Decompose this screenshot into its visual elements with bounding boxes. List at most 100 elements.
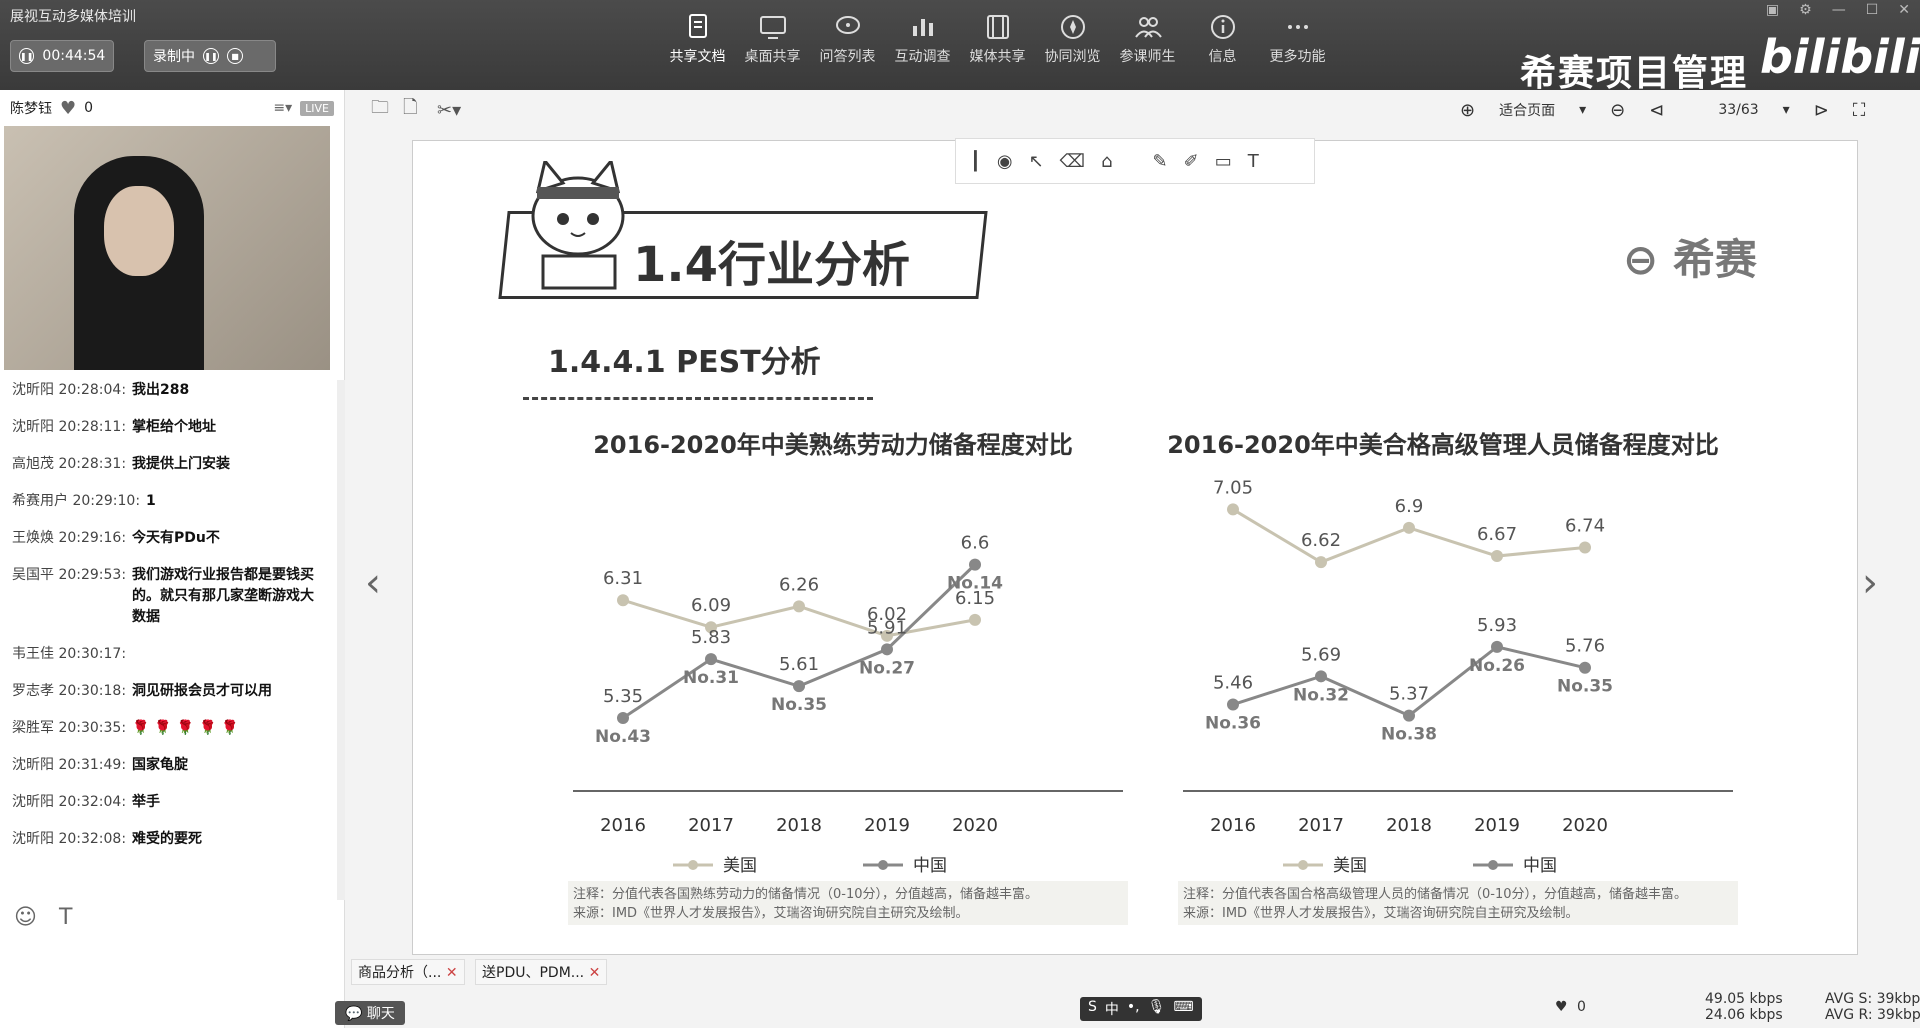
skin-icon[interactable]: ▣ bbox=[1766, 2, 1779, 18]
list-icon[interactable]: ≡▾ bbox=[273, 100, 292, 116]
chat-message: 高旭茂 20:28:31: 我提供上门安装 bbox=[0, 454, 330, 475]
drag-handle-icon[interactable]: ┃ bbox=[970, 151, 981, 172]
doc-tab-1[interactable]: 商品分析（... ✕ bbox=[351, 959, 465, 985]
zoom-select[interactable]: 适合页面 bbox=[1499, 100, 1555, 120]
clear-icon[interactable]: ⌂ bbox=[1101, 151, 1112, 172]
highlighter-icon[interactable]: ✎ bbox=[1153, 151, 1168, 172]
legend-marker bbox=[1488, 860, 1498, 870]
presenter-row: 陈梦钰 ♥ 0 ≡▾ LIVE bbox=[0, 90, 344, 126]
scissors-icon[interactable]: ✂▾ bbox=[437, 100, 461, 121]
zoom-in-icon[interactable]: ⊕ bbox=[1460, 100, 1475, 121]
chat-message: 希赛用户 20:29:10: 1 bbox=[0, 491, 330, 512]
chat-author: 高旭茂 20:28:31: bbox=[12, 456, 127, 472]
avg-send: AVG S: 39kbps bbox=[1825, 991, 1920, 1007]
pointer-icon[interactable]: ↖ bbox=[1029, 151, 1044, 172]
doc-tab-2[interactable]: 送PDU、PDM... ✕ bbox=[475, 959, 608, 985]
ime-bar[interactable]: S 中 •, 🎙 ⌨ bbox=[1080, 997, 1202, 1021]
compass-icon bbox=[1060, 15, 1085, 39]
toolbar-users[interactable]: 参课师生 bbox=[1110, 12, 1185, 66]
toolbar-compass[interactable]: 协同浏览 bbox=[1035, 12, 1110, 66]
eraser-icon[interactable]: ⌫ bbox=[1060, 151, 1085, 172]
data-label: 5.83 bbox=[691, 627, 731, 648]
timer-pill[interactable]: ❚❚ 00:44:54 bbox=[10, 40, 114, 72]
zoom-dropdown-icon[interactable]: ▾ bbox=[1579, 102, 1586, 118]
annotation-toolbar: ┃ ◉ ↖ ⌫ ⌂ ✎ ✐ ▭ T bbox=[955, 138, 1315, 184]
close-icon[interactable]: ✕ bbox=[1898, 2, 1910, 18]
subtitle-dash bbox=[523, 397, 873, 400]
chat-text: 举手 bbox=[132, 794, 161, 810]
chat-author: 王焕焕 20:29:16: bbox=[12, 530, 127, 546]
data-point bbox=[1315, 670, 1327, 683]
pause-record-icon[interactable]: ❚❚ bbox=[203, 48, 219, 64]
x-tick-label: 2018 bbox=[776, 815, 822, 836]
ime-logo-icon: S bbox=[1088, 999, 1097, 1015]
data-point bbox=[793, 680, 805, 693]
toolbar-chat[interactable]: 问答列表 bbox=[810, 12, 885, 66]
toolbar-document[interactable]: 共享文档 bbox=[660, 12, 735, 66]
chat-author: 梁胜军 20:30:35: bbox=[12, 720, 127, 736]
fit-screen-icon[interactable]: ⛶ bbox=[1853, 100, 1866, 121]
data-point bbox=[1227, 698, 1239, 711]
legend-label: 中国 bbox=[1523, 856, 1557, 876]
data-point bbox=[1491, 640, 1503, 653]
rank-label: No.27 bbox=[859, 658, 915, 678]
heart-icon[interactable]: ♥ bbox=[60, 98, 76, 119]
series-line bbox=[1232, 508, 1586, 564]
prev-page-icon[interactable]: ⊲ bbox=[1649, 100, 1664, 121]
legend-marker bbox=[878, 860, 888, 870]
page-dropdown-icon[interactable]: ▾ bbox=[1783, 102, 1790, 118]
toolbar-film[interactable]: 媒体共享 bbox=[960, 12, 1035, 66]
minimize-icon[interactable]: — bbox=[1832, 2, 1846, 18]
zoom-out-icon[interactable]: ⊖ bbox=[1610, 100, 1625, 121]
toolbar-chart[interactable]: 互动调查 bbox=[885, 12, 960, 66]
chat-author: 吴国平 20:29:53: bbox=[12, 567, 127, 583]
brand-watermark: 希赛项目管理 bbox=[1520, 53, 1749, 94]
chat-message: 罗志孝 20:30:18: 洞见研报会员才可以用 bbox=[0, 681, 330, 702]
chat-text: 🌹 🌹 🌹 🌹 🌹 bbox=[132, 720, 239, 736]
toolbar-more[interactable]: 更多功能 bbox=[1260, 12, 1335, 66]
toolbar-desktop[interactable]: 桌面共享 bbox=[735, 12, 810, 66]
maximize-icon[interactable]: ☐ bbox=[1866, 2, 1879, 18]
chat-text: 难受的要死 bbox=[132, 831, 203, 847]
prev-slide-arrow-icon[interactable]: ‹ bbox=[365, 560, 381, 606]
rectangle-icon[interactable]: ▭ bbox=[1215, 151, 1232, 172]
chat-tab[interactable]: 💬 聊天 bbox=[335, 1001, 405, 1025]
users-icon bbox=[1134, 17, 1162, 38]
laser-icon[interactable]: ◉ bbox=[997, 151, 1013, 172]
file-icon[interactable]: 🗋 bbox=[403, 95, 417, 125]
chat-input-tools: ☺ T bbox=[14, 905, 72, 930]
download-rate: 24.06 kbps bbox=[1705, 1007, 1783, 1023]
chat-message: 沈昕阳 20:32:04: 举手 bbox=[0, 792, 330, 813]
stop-record-icon[interactable]: ■ bbox=[227, 48, 243, 64]
record-pill[interactable]: 录制中 ❚❚ ■ bbox=[144, 40, 276, 72]
data-label: 6.31 bbox=[603, 568, 643, 589]
chat-author: 韦王佳 20:30:17: bbox=[12, 646, 127, 662]
likes-heart-icon[interactable]: ♥ bbox=[1555, 999, 1568, 1015]
chat-message: 沈昕阳 20:28:04: 我出288 bbox=[0, 380, 330, 401]
pause-icon: ❚❚ bbox=[19, 48, 35, 64]
text-format-icon[interactable]: T bbox=[59, 905, 72, 930]
data-label: 6.74 bbox=[1565, 515, 1605, 536]
next-slide-arrow-icon[interactable]: › bbox=[1862, 560, 1878, 606]
bottom-bar: 商品分析（... ✕ 送PDU、PDM... ✕ 💬 聊天 S 中 •, 🎙 ⌨ ♥ 0… bbox=[335, 955, 1920, 1028]
chart-icon bbox=[912, 19, 933, 36]
rank-label: No.36 bbox=[1205, 714, 1261, 734]
cat-mascot-icon bbox=[531, 161, 625, 290]
emoji-icon[interactable]: ☺ bbox=[14, 905, 37, 930]
data-label: 6.67 bbox=[1477, 524, 1517, 545]
toolbar-info[interactable]: 信息 bbox=[1185, 12, 1260, 66]
page-indicator[interactable]: 33/63 bbox=[1718, 102, 1758, 118]
chart-senior-managers: 2016-2020年中美合格高级管理人员储备程度对比 2016 2017 2018 20… bbox=[1167, 431, 1738, 925]
chat-message: 梁胜军 20:30:35: 🌹 🌹 🌹 🌹 🌹 bbox=[0, 718, 330, 739]
text-tool-icon[interactable]: T bbox=[1248, 151, 1259, 172]
settings-icon[interactable]: ⚙ bbox=[1799, 2, 1812, 18]
toolbar-label: 媒体共享 bbox=[969, 49, 1026, 65]
chat-scrollbar[interactable] bbox=[337, 380, 345, 900]
open-folder-icon[interactable]: 🗀 bbox=[371, 95, 389, 125]
video-face bbox=[104, 186, 174, 276]
pen-icon[interactable]: ✐ bbox=[1184, 151, 1199, 172]
record-label: 录制中 bbox=[153, 49, 195, 65]
next-page-icon[interactable]: ⊳ bbox=[1814, 100, 1829, 121]
presenter-name: 陈梦钰 bbox=[10, 101, 52, 117]
more-icon bbox=[1287, 25, 1308, 29]
